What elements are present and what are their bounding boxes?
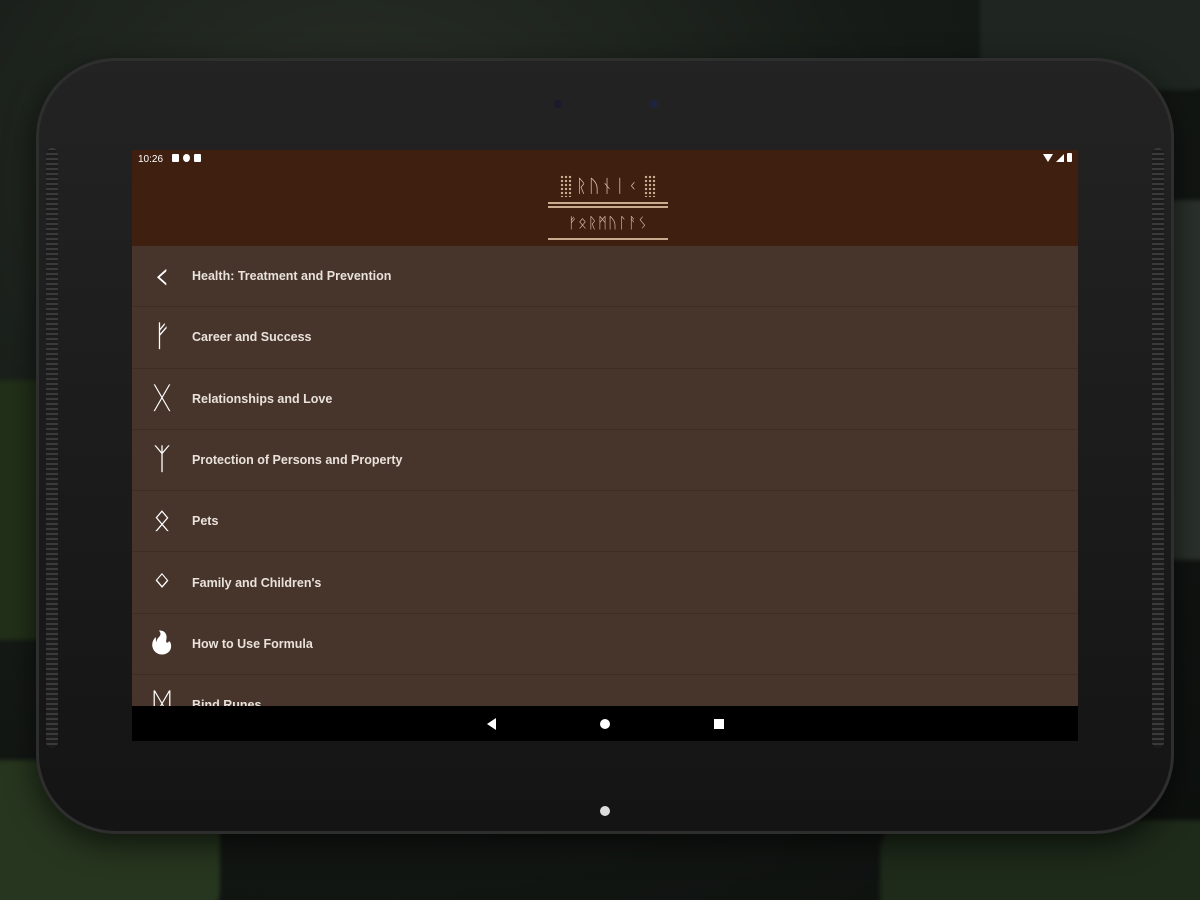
- signal-icon: [1056, 153, 1064, 162]
- logo-row-top: ᚱᚢᚾᛁᚲ: [548, 170, 668, 204]
- logo-line-1: ᚱᚢᚾᛁᚲ: [576, 175, 640, 197]
- storage-icon: [194, 154, 201, 162]
- app-logo: ᚱᚢᚾᛁᚲ ᚠᛟᚱᛗᚢᛚᚨᛊ: [548, 170, 668, 242]
- camera-icon: [650, 100, 658, 108]
- app-screen: 10:26 ᚱᚢᚾᛁᚲ ᚠᛟᚱᛗᚢᛚᚨᛊ ‹ Health: Treatment…: [132, 150, 1078, 741]
- algiz-rune-icon: ᛉ: [153, 442, 171, 478]
- navigation-bar: [132, 706, 1078, 741]
- back-icon[interactable]: [486, 717, 496, 730]
- othala-rune-icon: ᛟ: [153, 503, 171, 539]
- ingwaz-rune-icon: ᛜ: [153, 564, 171, 600]
- logo-row-bottom: ᚠᛟᚱᛗᚢᛚᚨᛊ: [548, 206, 668, 240]
- back-chevron-icon[interactable]: ‹: [132, 256, 192, 296]
- menu-item-protection[interactable]: ᛉ Protection of Persons and Property: [132, 430, 1078, 492]
- menu-item-family[interactable]: ᛜ Family and Children's: [132, 552, 1078, 614]
- notification-icon: [172, 154, 179, 162]
- menu-item-relationships[interactable]: ᚷ Relationships and Love: [132, 369, 1078, 430]
- menu-item-label: Health: Treatment and Prevention: [192, 269, 392, 284]
- hardware-home-dot: [600, 806, 610, 816]
- menu-item-pets[interactable]: ᛟ Pets: [132, 491, 1078, 553]
- sync-icon: [183, 154, 190, 162]
- menu-item-label: Career and Success: [192, 330, 312, 345]
- status-bar: 10:26: [132, 150, 1078, 168]
- speaker-grille-left: [46, 148, 58, 748]
- menu-list: ‹ Health: Treatment and Prevention ᚠ Car…: [132, 246, 1078, 737]
- logo-line-2: ᚠᛟᚱᛗᚢᛚᚨᛊ: [567, 214, 648, 232]
- menu-item-health[interactable]: ‹ Health: Treatment and Prevention: [132, 246, 1078, 308]
- menu-item-label: Relationships and Love: [192, 391, 333, 406]
- speaker-grille-right: [1152, 148, 1164, 748]
- menu-item-label: How to Use Formula: [192, 636, 313, 651]
- gebo-rune-icon: ᚷ: [153, 380, 171, 416]
- logo-dots-icon: [560, 175, 572, 197]
- menu-item-career[interactable]: ᚠ Career and Success: [132, 307, 1078, 369]
- status-icons-right: [1043, 153, 1072, 162]
- logo-dots-icon: [644, 175, 656, 197]
- sensor-icon: [554, 100, 562, 108]
- app-header: 10:26 ᚱᚢᚾᛁᚲ ᚠᛟᚱᛗᚢᛚᚨᛊ: [132, 150, 1078, 246]
- menu-item-how-to-use[interactable]: 🔥 How to Use Formula: [132, 614, 1078, 676]
- menu-item-label: Pets: [192, 514, 219, 529]
- recents-icon[interactable]: [713, 718, 724, 729]
- status-time: 10:26: [138, 154, 164, 165]
- status-icons-left: [172, 154, 201, 162]
- menu-item-label: Protection of Persons and Property: [192, 453, 403, 468]
- battery-icon: [1067, 153, 1072, 162]
- menu-item-label: Family and Children's: [192, 575, 322, 590]
- fehu-rune-icon: ᚠ: [153, 319, 171, 355]
- home-icon[interactable]: [599, 718, 610, 729]
- fire-icon: 🔥: [148, 630, 176, 656]
- wifi-icon: [1043, 153, 1053, 162]
